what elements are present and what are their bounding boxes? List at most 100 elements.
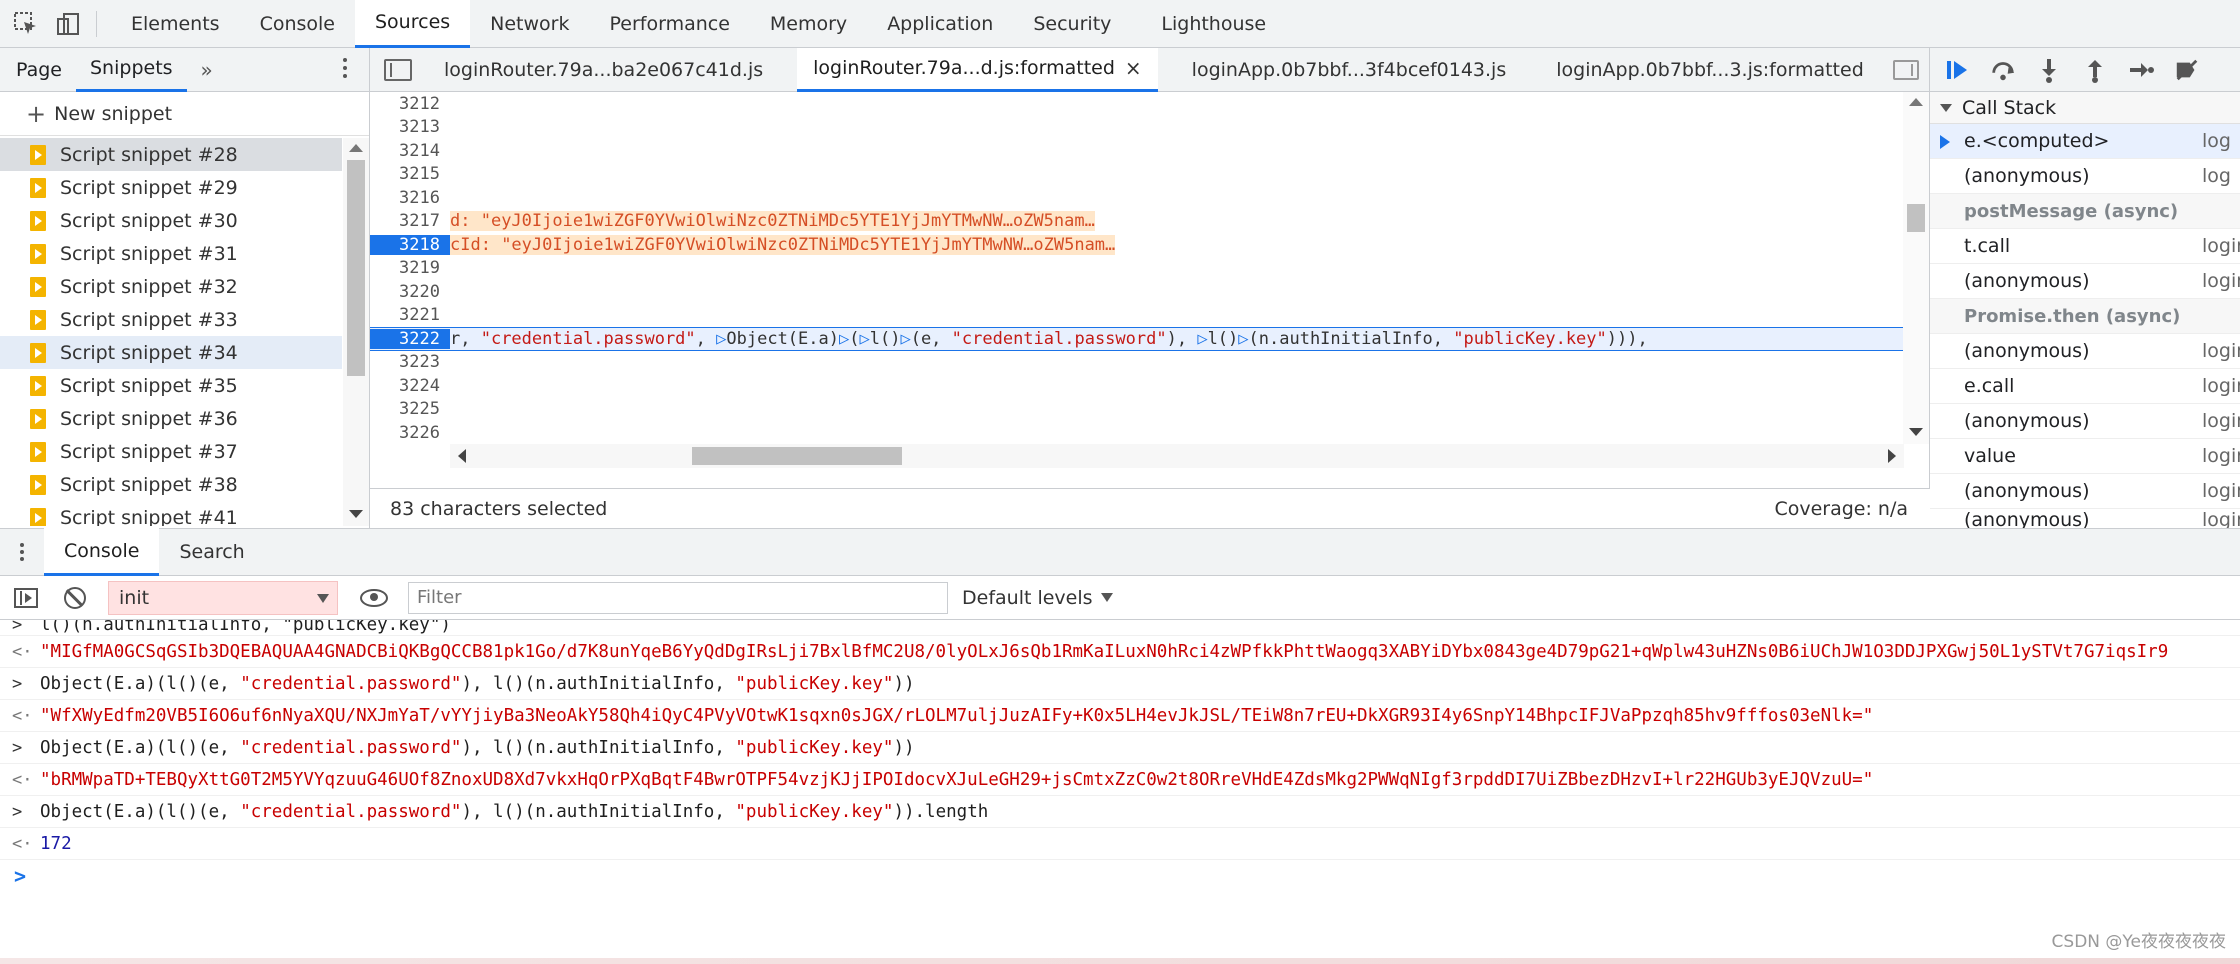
inline-breakpoint-icon[interactable]: ▷ [716, 329, 726, 349]
live-expression-eye-icon[interactable] [360, 588, 388, 607]
tab-drawer-search[interactable]: Search [159, 528, 264, 576]
call-frame[interactable]: t.call login [1930, 229, 2240, 264]
file-tab-active[interactable]: loginRouter.79a...d.js:formatted × [797, 47, 1158, 92]
list-item[interactable]: Script snippet #37 [0, 435, 342, 468]
tab-memory[interactable]: Memory [750, 0, 867, 48]
scroll-up-icon[interactable] [349, 144, 363, 152]
frame-location[interactable]: login [2202, 375, 2240, 397]
scroll-down-icon[interactable] [349, 510, 363, 518]
frame-location[interactable]: login [2202, 410, 2240, 432]
line-number[interactable]: 3225 [370, 399, 450, 419]
breakpoint-marker[interactable]: 3218 [370, 234, 450, 255]
line-number[interactable]: 3215 [370, 164, 450, 184]
scrollbar-thumb[interactable] [692, 447, 902, 465]
editor-vertical-scrollbar[interactable] [1903, 92, 1929, 444]
toggle-navigator-icon[interactable] [384, 58, 412, 81]
context-selector[interactable]: init [108, 580, 338, 615]
list-item[interactable]: Script snippet #29 [0, 171, 342, 204]
line-number[interactable]: 3216 [370, 188, 450, 208]
show-sidebar-icon[interactable] [14, 587, 38, 608]
navigator-scrollbar[interactable] [343, 138, 369, 526]
tab-elements[interactable]: Elements [111, 0, 240, 48]
list-item[interactable]: Script snippet #32 [0, 270, 342, 303]
more-tabs-icon[interactable]: » [201, 58, 213, 82]
list-item[interactable]: Script snippet #33 [0, 303, 342, 336]
scroll-up-icon[interactable] [1909, 98, 1923, 106]
line-number[interactable]: 3214 [370, 141, 450, 161]
line-number[interactable]: 3213 [370, 117, 450, 137]
step-icon[interactable] [2128, 57, 2154, 83]
step-out-icon[interactable] [2082, 57, 2108, 83]
list-item[interactable]: Script snippet #31 [0, 237, 342, 270]
toggle-debugger-icon[interactable] [1893, 60, 1919, 80]
tab-console[interactable]: Console [240, 0, 355, 48]
frame-location[interactable]: log [2202, 130, 2231, 152]
tab-page[interactable]: Page [16, 48, 76, 92]
frame-location[interactable]: login [2202, 480, 2240, 502]
frame-location[interactable]: login [2202, 235, 2240, 257]
list-item[interactable]: Script snippet #41 [0, 501, 342, 526]
tab-performance[interactable]: Performance [590, 0, 750, 48]
device-toolbar-icon[interactable] [52, 8, 84, 40]
inline-breakpoint-icon[interactable]: ▷ [839, 329, 849, 349]
call-frame[interactable]: (anonymous) login [1930, 264, 2240, 299]
line-number[interactable]: 3221 [370, 305, 450, 325]
line-number[interactable]: 3224 [370, 376, 450, 396]
drawer-menu-icon[interactable] [20, 540, 24, 564]
frame-location[interactable]: login [2202, 270, 2240, 292]
log-levels-dropdown[interactable]: Default levels [962, 587, 1113, 609]
inline-breakpoint-icon[interactable]: ▷ [1238, 329, 1248, 349]
line-number[interactable]: 3217 [370, 211, 450, 231]
console-output[interactable]: > l()(n.authInitialInfo, "publicKey.key")… [0, 620, 2240, 930]
frame-location[interactable]: login [2202, 445, 2240, 467]
line-number[interactable]: 3226 [370, 423, 450, 443]
line-number[interactable]: 3223 [370, 352, 450, 372]
list-item[interactable]: Script snippet #28 [0, 138, 342, 171]
tab-application[interactable]: Application [867, 0, 1013, 48]
inline-breakpoint-icon[interactable]: ▷ [1197, 329, 1207, 349]
list-item[interactable]: Script snippet #38 [0, 468, 342, 501]
list-item[interactable]: Script snippet #34 [0, 336, 342, 369]
list-item[interactable]: Script snippet #35 [0, 369, 342, 402]
filter-input[interactable] [408, 581, 948, 614]
editor-horizontal-scrollbar[interactable] [450, 444, 1904, 468]
navigator-menu-icon[interactable] [343, 58, 347, 82]
inline-breakpoint-icon[interactable]: ▷ [859, 329, 869, 349]
step-into-icon[interactable] [2036, 57, 2062, 83]
scroll-right-icon[interactable] [1888, 449, 1896, 463]
line-number[interactable]: 3220 [370, 282, 450, 302]
step-over-icon[interactable] [1990, 57, 2016, 83]
code-lines[interactable]: 3212 3213 3214 3215 3216 3217 d: "eyJ0Ijo… [370, 92, 1904, 444]
call-frame[interactable]: value login [1930, 439, 2240, 474]
close-icon[interactable]: × [1125, 56, 1142, 80]
tab-sources[interactable]: Sources [355, 0, 471, 48]
new-snippet-button[interactable]: + New snippet [0, 92, 369, 136]
file-tab[interactable]: loginApp.0b7bbf...3.js:formatted [1540, 48, 1880, 92]
file-tab[interactable]: loginRouter.79a...ba2e067c41d.js [428, 48, 779, 92]
scrollbar-thumb[interactable] [1907, 204, 1925, 232]
call-frame[interactable]: (anonymous) log [1930, 159, 2240, 194]
scrollbar-thumb[interactable] [347, 160, 365, 376]
frame-location[interactable]: log [2202, 165, 2231, 187]
file-tab[interactable]: loginApp.0b7bbf...3f4bcef0143.js [1176, 48, 1523, 92]
call-frame[interactable]: (anonymous) login [1930, 334, 2240, 369]
list-item[interactable]: Script snippet #36 [0, 402, 342, 435]
call-frame[interactable]: (anonymous) login [1930, 474, 2240, 509]
coverage-status[interactable]: Coverage: n/a [1774, 498, 1908, 520]
inspect-element-icon[interactable] [10, 8, 42, 40]
tab-security[interactable]: Security [1013, 0, 1131, 48]
tab-drawer-console[interactable]: Console [44, 528, 160, 576]
call-frame[interactable]: (anonymous) login [1930, 404, 2240, 439]
line-number[interactable]: 3212 [370, 94, 450, 114]
console-prompt[interactable]: > [0, 860, 2240, 892]
scroll-left-icon[interactable] [458, 449, 466, 463]
call-frame-current[interactable]: e.<computed> log [1930, 124, 2240, 159]
resume-icon[interactable] [1944, 57, 1970, 83]
list-item[interactable]: Script snippet #30 [0, 204, 342, 237]
call-frame[interactable]: e.call login [1930, 369, 2240, 404]
deactivate-breakpoints-icon[interactable] [2174, 57, 2200, 83]
tab-snippets[interactable]: Snippets [76, 48, 187, 92]
line-number[interactable]: 3219 [370, 258, 450, 278]
frame-location[interactable]: login [2202, 340, 2240, 362]
tab-network[interactable]: Network [470, 0, 589, 48]
